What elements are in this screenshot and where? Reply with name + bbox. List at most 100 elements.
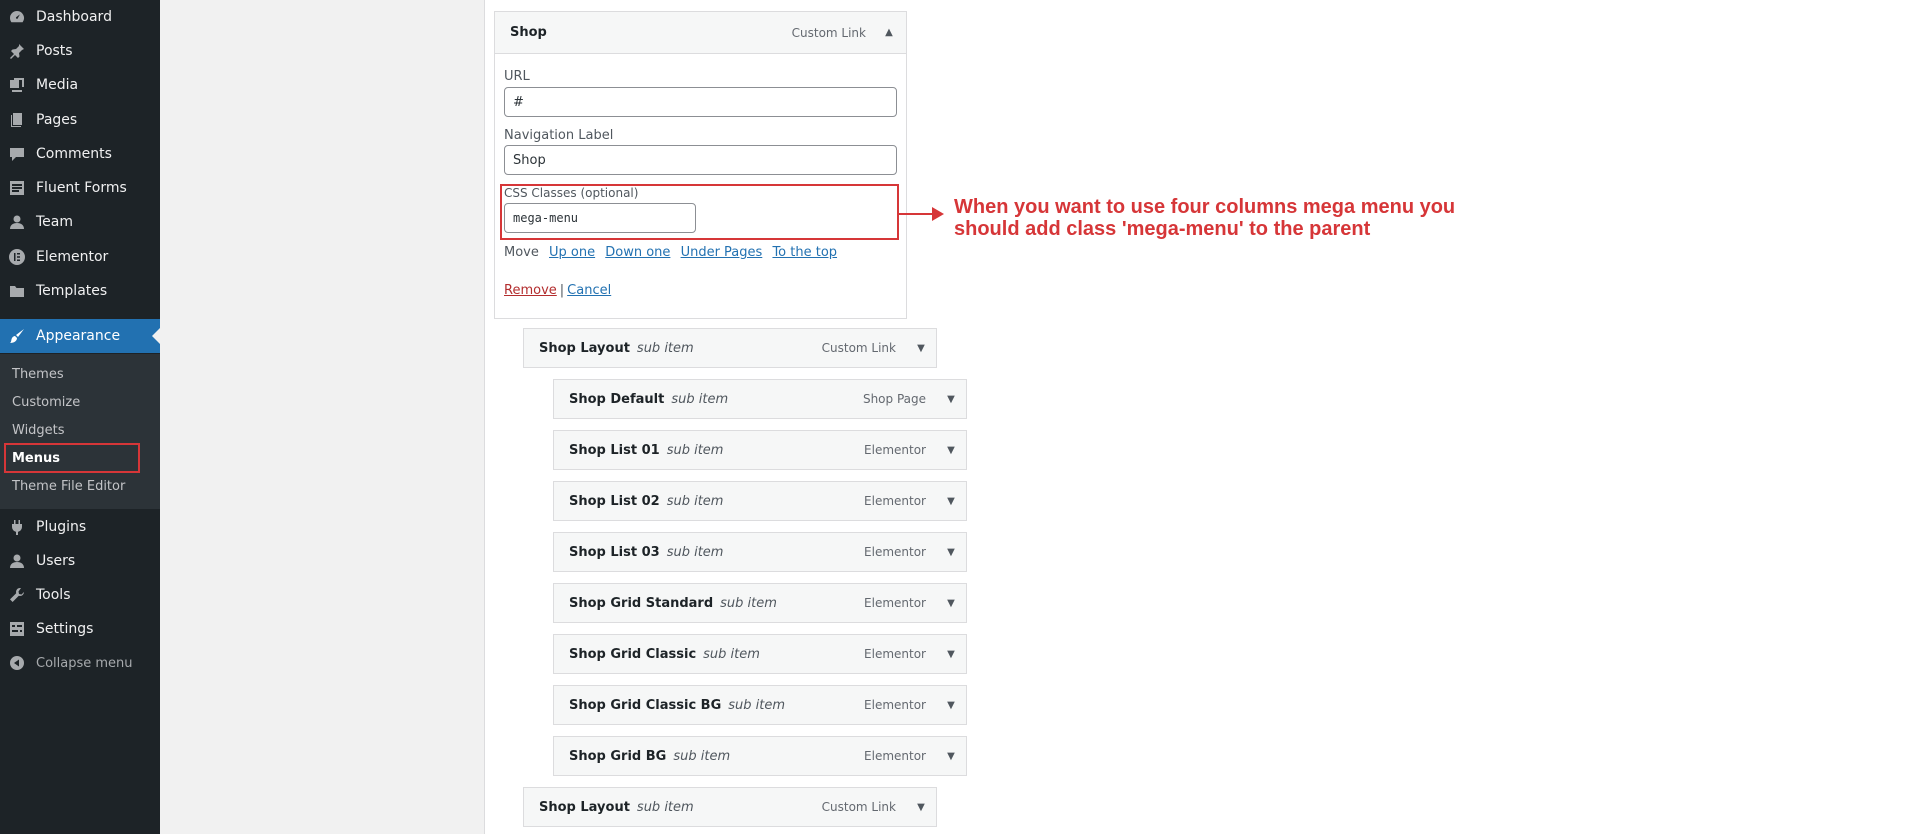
move-down-one-link[interactable]: Down one [605,245,670,260]
menu-item-type: Elementor [864,647,926,661]
menu-item[interactable]: Shop Layout sub item Custom Link ▼ [523,328,937,368]
navigation-label-label: Navigation Label [504,128,614,143]
chevron-down-icon[interactable]: ▼ [940,598,962,609]
sidebar-item-label: Users [36,553,76,569]
sidebar-item-label: Media [36,77,79,93]
menu-item[interactable]: Shop Layout sub item Custom Link ▼ [523,787,937,827]
plugin-icon [9,519,25,535]
move-up-one-link[interactable]: Up one [549,245,595,260]
menu-item[interactable]: Shop List 01 sub item Elementor ▼ [553,430,967,470]
url-label: URL [504,69,530,84]
menu-item-type: Elementor [864,749,926,763]
sidebar-item-users[interactable]: Users [0,544,160,578]
submenu-item-widgets[interactable]: Widgets [12,423,65,438]
chevron-down-icon[interactable]: ▼ [940,496,962,507]
cancel-link[interactable]: Cancel [567,283,611,298]
move-under-pages-link[interactable]: Under Pages [681,245,763,260]
menu-item-title: Shop Grid Classic [569,646,697,662]
sidebar-item-appearance[interactable]: Appearance [0,319,160,353]
sidebar-item-label: Elementor [36,249,109,265]
menu-item-type: Elementor [864,443,926,457]
wrench-icon [9,587,25,603]
sidebar-item-label: Posts [36,43,73,59]
annotation-text: When you want to use four columns mega m… [954,196,1574,240]
move-label: Move [504,245,539,260]
menu-item-title: Shop List 02 [569,493,660,509]
navigation-label-input[interactable] [504,145,897,175]
menu-item-title: Shop [510,25,547,40]
sidebar-item-label: Pages [36,112,78,128]
submenu-item-theme-file-editor[interactable]: Theme File Editor [12,479,125,494]
chevron-down-icon[interactable]: ▼ [940,649,962,660]
chevron-down-icon[interactable]: ▼ [940,394,962,405]
menu-item-type: Custom Link [791,25,866,40]
sidebar-item-fluent-forms[interactable]: Fluent Forms [0,171,160,205]
sidebar-item-label: Comments [36,146,112,162]
menu-item-type: Elementor [864,698,926,712]
submenu-item-customize[interactable]: Customize [12,395,80,410]
menu-item[interactable]: Shop Grid Classic BG sub item Elementor … [553,685,967,725]
chevron-down-icon[interactable]: ▼ [940,445,962,456]
sidebar-item-templates[interactable]: Templates [0,274,160,308]
sidebar-item-team[interactable]: Team [0,205,160,239]
media-icon [9,77,25,93]
sidebar-item-dashboard[interactable]: Dashboard [0,0,160,34]
sidebar-item-label: Tools [36,587,71,603]
sidebar-item-elementor[interactable]: Elementor [0,240,160,274]
sidebar-item-media[interactable]: Media [0,68,160,102]
appearance-submenu: Themes Customize Widgets Menus Theme Fil… [0,354,160,509]
sidebar-item-settings[interactable]: Settings [0,612,160,646]
actions-separator: | [559,283,565,298]
user-icon [9,553,25,569]
menu-item-type: Custom Link [821,800,896,814]
menu-item-title: Shop List 03 [569,544,660,560]
sidebar-item-pages[interactable]: Pages [0,103,160,137]
menu-item[interactable]: Shop Grid Classic sub item Elementor ▼ [553,634,967,674]
move-to-top-link[interactable]: To the top [772,245,837,260]
collapse-menu-button[interactable]: Collapse menu [0,646,160,680]
menu-item-subtag: sub item [666,493,724,509]
collapse-icon [9,655,25,671]
menu-item[interactable]: Shop Grid Standard sub item Elementor ▼ [553,583,967,623]
settings-icon [9,621,25,637]
chevron-down-icon[interactable]: ▼ [940,700,962,711]
sidebar-item-plugins[interactable]: Plugins [0,510,160,544]
sidebar-item-posts[interactable]: Posts [0,34,160,68]
url-input[interactable] [504,87,897,117]
chevron-up-icon[interactable]: ▲ [880,27,898,38]
menu-item-type: Elementor [864,596,926,610]
menu-item[interactable]: Shop List 02 sub item Elementor ▼ [553,481,967,521]
menu-item-type: Elementor [864,545,926,559]
chevron-down-icon[interactable]: ▼ [940,547,962,558]
menu-item-subtag: sub item [728,697,786,713]
menu-item-subtag: sub item [636,799,694,815]
submenu-item-themes[interactable]: Themes [12,367,64,382]
annotation-line-1: When you want to use four columns mega m… [954,196,1456,218]
menu-item[interactable]: Shop List 03 sub item Elementor ▼ [553,532,967,572]
menu-item[interactable]: Shop Default sub item Shop Page ▼ [553,379,967,419]
sidebar-item-tools[interactable]: Tools [0,578,160,612]
sidebar-item-label: Templates [36,283,108,299]
menu-item-subtag: sub item [673,748,731,764]
remove-link[interactable]: Remove [504,283,557,298]
menu-item-type: Shop Page [862,392,926,406]
menu-item-subtag: sub item [666,544,724,560]
css-classes-highlight-box [500,184,899,240]
chevron-down-icon[interactable]: ▼ [910,343,932,354]
menu-item-shop-header[interactable]: Shop Custom Link ▲ [495,12,906,54]
sidebar-item-comments[interactable]: Comments [0,137,160,171]
menu-item-subtag: sub item [636,340,694,356]
chevron-down-icon[interactable]: ▼ [910,802,932,813]
menu-item-type: Custom Link [821,341,896,355]
comments-icon [9,146,25,162]
menu-item[interactable]: Shop Grid BG sub item Elementor ▼ [553,736,967,776]
menu-item-subtag: sub item [666,442,724,458]
annotation-arrow-line [899,213,933,215]
sidebar-item-label: Dashboard [36,9,112,25]
menu-item-title: Shop Layout [539,340,630,356]
menu-item-title: Shop List 01 [569,442,660,458]
elementor-icon [9,249,25,265]
chevron-down-icon[interactable]: ▼ [940,751,962,762]
admin-sidebar: Dashboard Posts Media Pages Comments Flu… [0,0,160,834]
menu-item-title: Shop Grid Standard [569,595,714,611]
